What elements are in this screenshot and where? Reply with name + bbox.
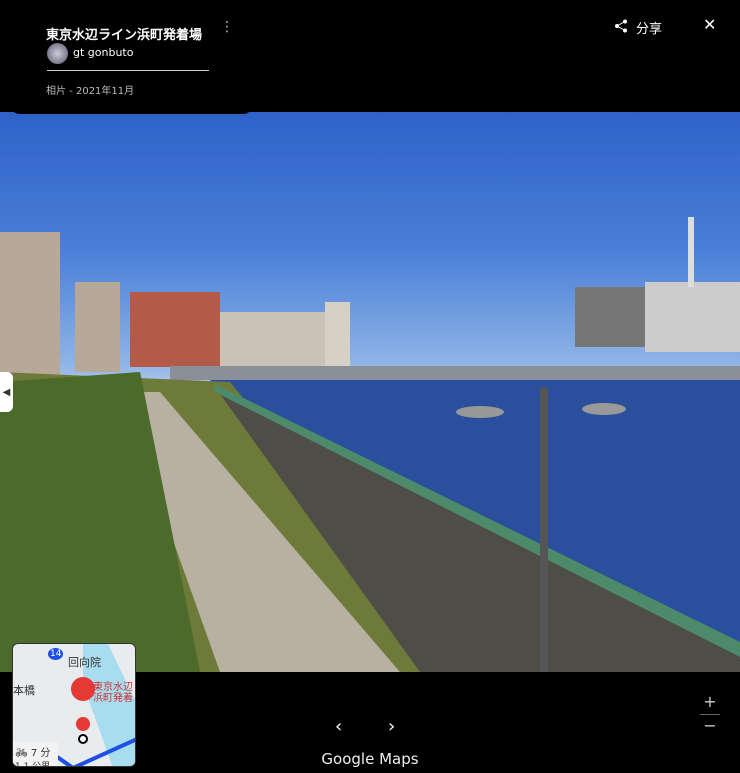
photo-date: 相片 - 2021年11月 <box>46 86 135 97</box>
place-title: 東京水辺ライン浜町発着場 <box>46 28 203 43</box>
google-maps-logo: Google Maps <box>321 750 419 768</box>
share-icon <box>614 19 628 37</box>
more-options-icon[interactable]: ⋮ <box>220 20 234 46</box>
contributor-name[interactable]: gt gonbuto <box>73 46 133 59</box>
share-label: 分享 <box>636 22 663 37</box>
previous-photo-button[interactable]: ‹ <box>335 716 342 737</box>
poi-label: 回向院 <box>68 656 101 669</box>
zoom-in-button[interactable]: + <box>700 692 720 711</box>
chevron-left-icon: ◀ <box>2 386 11 398</box>
divider <box>47 70 209 71</box>
avatar[interactable] <box>47 43 68 64</box>
poi-label: 本橋 <box>13 684 35 697</box>
place-info-card: 東京水辺ライン浜町発着場 gt gonbuto 相片 - 2021年11月 ⋮ <box>10 0 253 114</box>
street-view-photo[interactable] <box>0 112 740 672</box>
destination-label: 東京水辺 浜町発着 <box>93 682 133 704</box>
close-icon[interactable]: ✕ <box>703 15 716 34</box>
next-photo-button[interactable]: › <box>388 716 395 737</box>
collapse-panel-button[interactable]: ◀ <box>0 372 13 412</box>
share-button[interactable]: 分享 <box>614 18 662 37</box>
minimap[interactable]: 14 回向院 本橋 東京水辺 浜町発着 🚲︎ 7 分 1.1 公里 <box>12 643 136 767</box>
zoom-divider <box>700 714 720 715</box>
zoom-out-button[interactable]: − <box>700 716 720 735</box>
